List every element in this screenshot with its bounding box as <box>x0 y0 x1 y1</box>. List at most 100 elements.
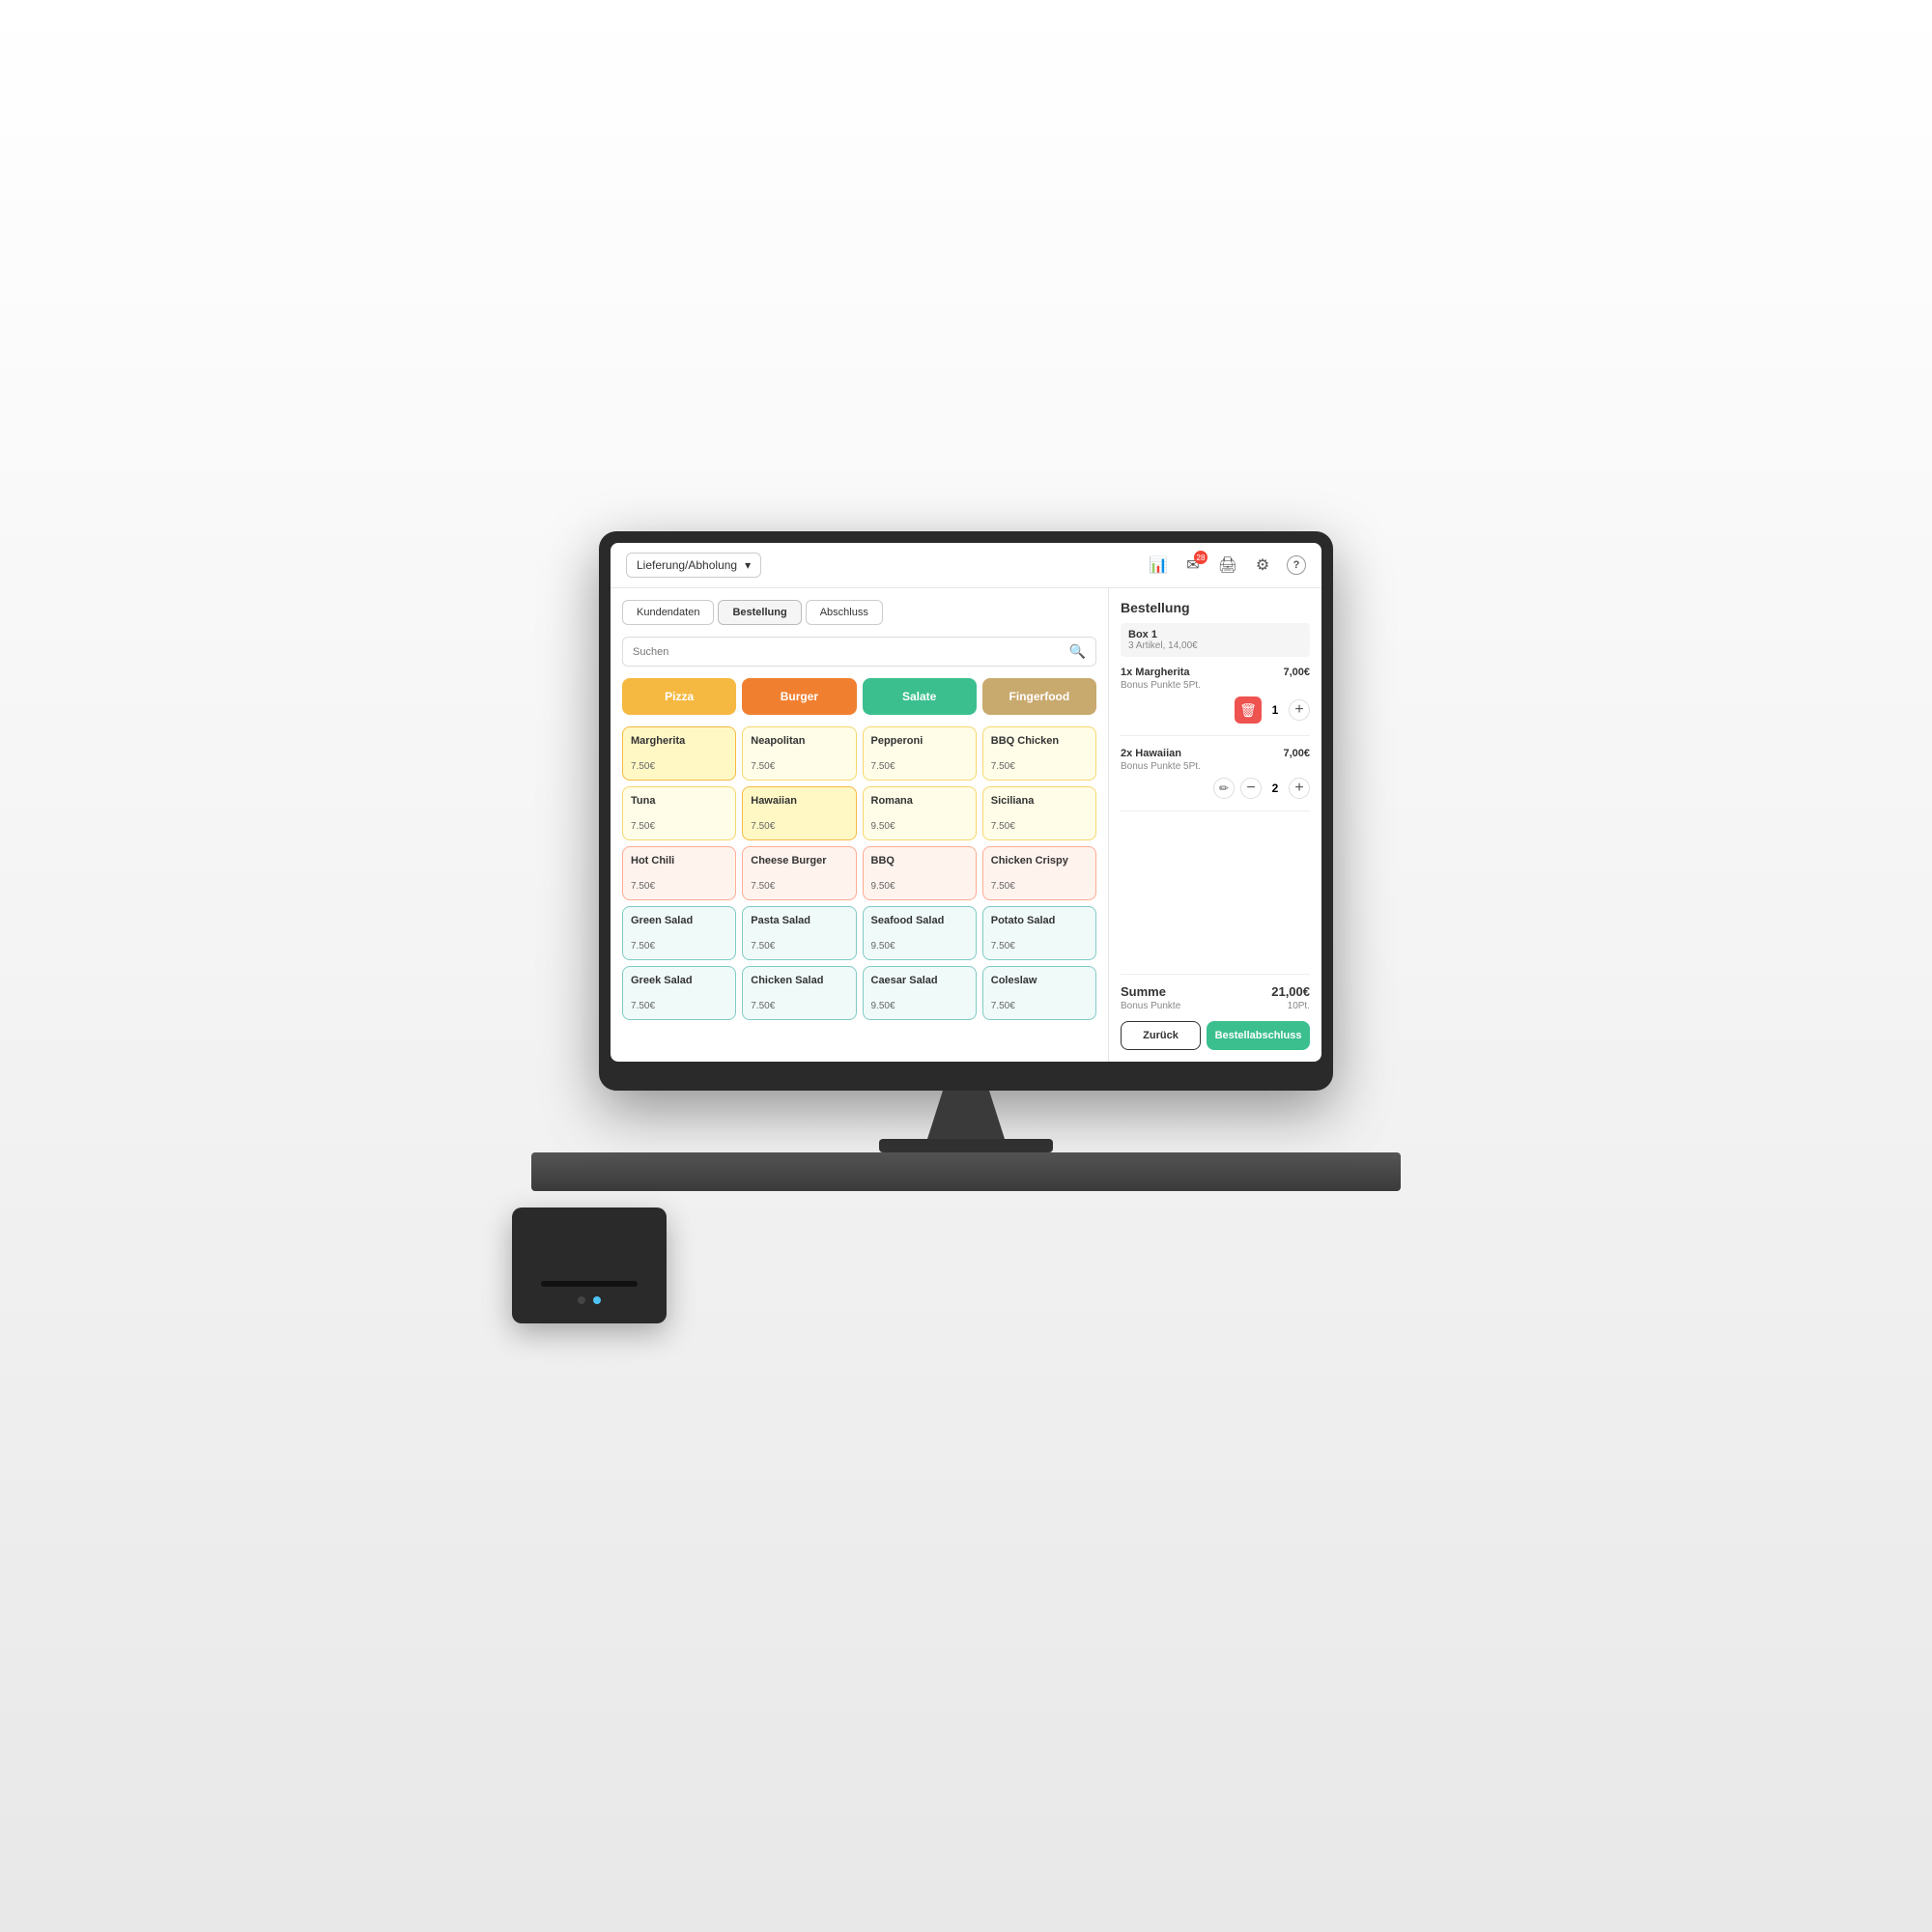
product-name: BBQ Chicken <box>991 735 1088 747</box>
monitor-base <box>879 1139 1053 1152</box>
mail-icon[interactable]: ✉ 28 <box>1182 554 1204 576</box>
order-item-margherita: 1x Margherita 7,00€ Bonus Punkte 5Pt. 🗑 … <box>1121 667 1310 736</box>
product-price: 7.50€ <box>631 881 727 892</box>
zuruck-button[interactable]: Zurück <box>1121 1021 1201 1050</box>
category-burger[interactable]: Burger <box>742 678 856 715</box>
order-box-sub: 3 Artikel, 14,00€ <box>1128 640 1302 651</box>
product-card[interactable]: Coleslaw7.50€ <box>982 966 1096 1020</box>
chart-icon[interactable]: 📊 <box>1148 554 1169 576</box>
product-name: Pepperoni <box>871 735 968 747</box>
category-fingerfood[interactable]: Fingerfood <box>982 678 1096 715</box>
product-name: Greek Salad <box>631 975 727 986</box>
footer-bonus-label: Bonus Punkte <box>1121 1001 1180 1011</box>
bestellabschluss-button[interactable]: Bestellabschluss <box>1207 1021 1310 1050</box>
product-card[interactable]: Siciliana7.50€ <box>982 786 1096 840</box>
product-name: Neapolitan <box>751 735 847 747</box>
hawaiian-minus-btn[interactable]: − <box>1240 778 1262 799</box>
product-name: Green Salad <box>631 915 727 926</box>
order-item-margherita-name: 1x Margherita <box>1121 667 1190 678</box>
product-price: 9.50€ <box>871 821 968 832</box>
product-card[interactable]: Margherita7.50€ <box>622 726 736 781</box>
hawaiian-qty-controls: ✏ − 2 + <box>1121 778 1310 799</box>
order-item-hawaiian: 2x Hawaiian 7,00€ Bonus Punkte 5Pt. ✏ − … <box>1121 748 1310 811</box>
order-item-hawaiian-header: 2x Hawaiian 7,00€ <box>1121 748 1310 759</box>
product-price: 7.50€ <box>631 1001 727 1011</box>
product-name: Caesar Salad <box>871 975 968 986</box>
tab-bestellung[interactable]: Bestellung <box>718 600 801 625</box>
product-card[interactable]: Cheese Burger7.50€ <box>742 846 856 900</box>
product-name: Cheese Burger <box>751 855 847 867</box>
left-panel: Kundendaten Bestellung Abschluss 🔍 Pizza <box>611 588 1109 1062</box>
product-name: BBQ <box>871 855 968 867</box>
margherita-qty-num: 1 <box>1267 703 1283 717</box>
order-item-margherita-bonus: Bonus Punkte 5Pt. <box>1121 680 1310 691</box>
hawaiian-plus-btn[interactable]: + <box>1289 778 1310 799</box>
hawaiian-edit-btn[interactable]: ✏ <box>1213 778 1235 799</box>
monitor-stand <box>927 1091 1005 1139</box>
app-body: Kundendaten Bestellung Abschluss 🔍 Pizza <box>611 588 1321 1062</box>
order-item-margherita-pts: 5Pt. <box>1183 680 1201 691</box>
product-name: Hot Chili <box>631 855 727 867</box>
help-icon[interactable]: ? <box>1287 555 1306 575</box>
product-price: 7.50€ <box>751 761 847 772</box>
app-header: Lieferung/Abholung ▾ 📊 ✉ 28 🖨 ⚙ ? <box>611 543 1321 588</box>
printer-lights <box>578 1296 601 1304</box>
settings-icon[interactable]: ⚙ <box>1252 554 1273 576</box>
product-price: 7.50€ <box>991 941 1088 952</box>
product-price: 7.50€ <box>991 881 1088 892</box>
product-card[interactable]: Chicken Crispy7.50€ <box>982 846 1096 900</box>
right-panel: Bestellung Box 1 3 Artikel, 14,00€ 1x Ma… <box>1109 588 1321 1062</box>
margherita-plus-btn[interactable]: + <box>1289 699 1310 721</box>
printer-light-1 <box>578 1296 585 1304</box>
order-item-margherita-header: 1x Margherita 7,00€ <box>1121 667 1310 678</box>
product-card[interactable]: Hot Chili 7.50€ <box>622 846 736 900</box>
order-box-header: Box 1 3 Artikel, 14,00€ <box>1121 623 1310 657</box>
category-salate[interactable]: Salate <box>863 678 977 715</box>
order-box-title: Box 1 <box>1128 629 1302 640</box>
categories: Pizza Burger Salate Fingerfood <box>622 678 1096 715</box>
search-input[interactable] <box>633 646 1064 658</box>
product-card[interactable]: BBQ Chicken 7.50€ <box>982 726 1096 781</box>
product-card[interactable]: Romana 9.50€ <box>863 786 977 840</box>
product-card[interactable]: Potato Salad7.50€ <box>982 906 1096 960</box>
product-card[interactable]: Pepperoni7.50€ <box>863 726 977 781</box>
order-item-hawaiian-bonus: Bonus Punkte 5Pt. <box>1121 761 1310 772</box>
product-card[interactable]: Neapolitan 7.50€ <box>742 726 856 781</box>
category-pizza[interactable]: Pizza <box>622 678 736 715</box>
product-card[interactable]: Seafood Salad9.50€ <box>863 906 977 960</box>
footer-buttons: Zurück Bestellabschluss <box>1121 1021 1310 1050</box>
tab-kundendaten[interactable]: Kundendaten <box>622 600 714 625</box>
footer-bonus-pts: 10Pt. <box>1288 1001 1310 1011</box>
monitor: Lieferung/Abholung ▾ 📊 ✉ 28 🖨 ⚙ ? <box>599 531 1333 1091</box>
monitor-screen: Lieferung/Abholung ▾ 📊 ✉ 28 🖨 ⚙ ? <box>611 543 1321 1062</box>
product-card[interactable]: Green Salad7.50€ <box>622 906 736 960</box>
printer-slot <box>541 1281 638 1287</box>
tab-abschluss[interactable]: Abschluss <box>806 600 883 625</box>
product-name: Tuna <box>631 795 727 807</box>
product-card[interactable]: Caesar Salad9.50€ <box>863 966 977 1020</box>
search-icon: 🔍 <box>1069 643 1086 660</box>
product-card[interactable]: Chicken Salad7.50€ <box>742 966 856 1020</box>
margherita-delete-btn[interactable]: 🗑 <box>1235 696 1262 724</box>
printer <box>512 1208 667 1323</box>
print-icon[interactable]: 🖨 <box>1217 554 1238 576</box>
product-card[interactable]: Tuna7.50€ <box>622 786 736 840</box>
product-card[interactable]: Hawaiian7.50€ <box>742 786 856 840</box>
hawaiian-qty-num: 2 <box>1267 781 1283 795</box>
product-price: 7.50€ <box>991 761 1088 772</box>
product-card[interactable]: Pasta Salad7.50€ <box>742 906 856 960</box>
product-name: Hawaiian <box>751 795 847 807</box>
summe-row: Summe 21,00€ <box>1121 984 1310 999</box>
delivery-select[interactable]: Lieferung/Abholung ▾ <box>626 553 761 578</box>
product-price: 7.50€ <box>991 821 1088 832</box>
header-icons: 📊 ✉ 28 🖨 ⚙ ? <box>1148 554 1306 576</box>
product-card[interactable]: BBQ9.50€ <box>863 846 977 900</box>
product-price: 7.50€ <box>751 1001 847 1011</box>
product-name: Romana <box>871 795 968 807</box>
order-item-margherita-price: 7,00€ <box>1283 667 1310 678</box>
printer-light-2 <box>593 1296 601 1304</box>
order-item-hawaiian-price: 7,00€ <box>1283 748 1310 759</box>
margherita-qty-controls: 🗑 1 + <box>1121 696 1310 724</box>
product-name: Coleslaw <box>991 975 1088 986</box>
product-card[interactable]: Greek Salad 7.50€ <box>622 966 736 1020</box>
